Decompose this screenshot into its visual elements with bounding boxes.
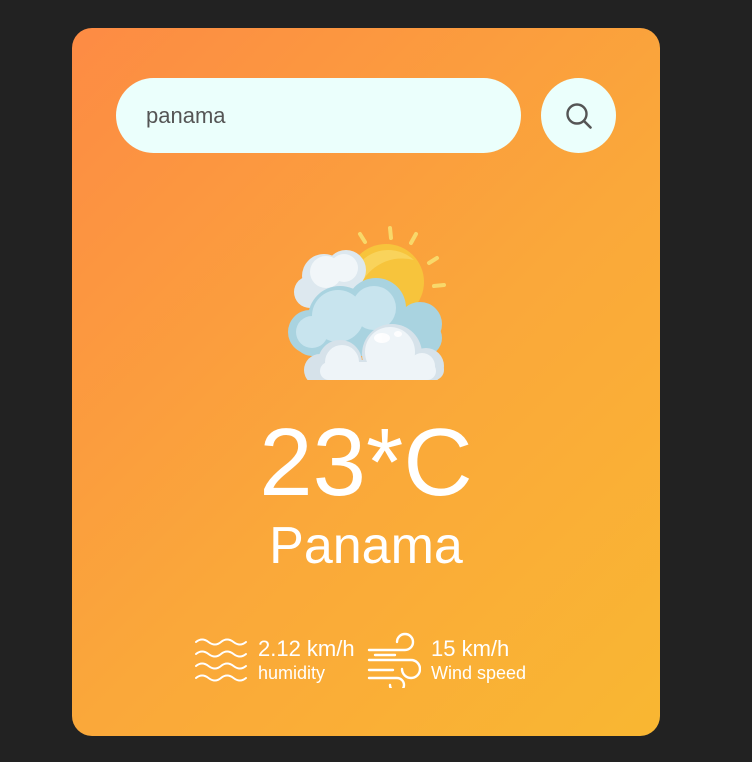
humidity-waves-icon (195, 638, 247, 682)
weather-card: 23*C Panama 2.12 km/h humidity (72, 28, 660, 736)
wind-speed-value: 15 km/h (431, 636, 510, 661)
wind-speed-label: Wind speed (431, 663, 527, 683)
city-name: Panama (269, 517, 463, 575)
wind-icon (367, 632, 421, 688)
humidity-detail: 2.12 km/h humidity (194, 632, 355, 688)
search-icon (565, 102, 592, 129)
search-input[interactable] (116, 78, 521, 153)
humidity-value: 2.12 km/h (258, 636, 355, 661)
temperature: 23*C (259, 409, 473, 516)
humidity-label: humidity (258, 663, 326, 683)
partly-cloudy-sun-icon (288, 226, 446, 380)
search-button[interactable] (541, 78, 616, 153)
wind-detail: 15 km/h Wind speed (367, 632, 526, 688)
